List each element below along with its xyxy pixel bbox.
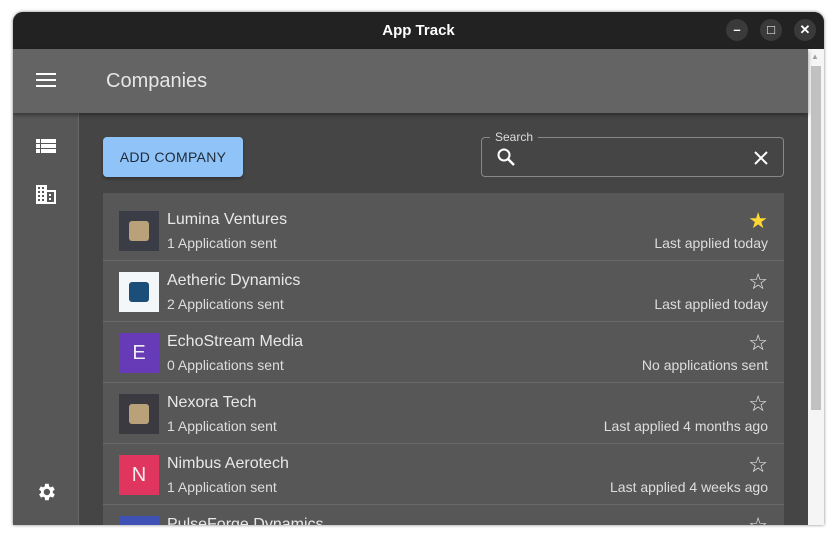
star-outline-icon[interactable]: ☆ [748, 391, 768, 417]
last-applied: No applications sent [641, 357, 768, 373]
company-row[interactable]: E EchoStream Media 0 Applications sent ☆ … [103, 322, 784, 383]
last-applied: Last applied today [654, 296, 768, 312]
page-title: Companies [106, 70, 208, 92]
applications-count: 2 Applications sent [167, 296, 284, 312]
search-icon [497, 148, 515, 166]
close-window-button[interactable]: ✕ [794, 19, 816, 41]
settings-icon[interactable] [35, 481, 57, 503]
app-bar: Companies [13, 49, 808, 113]
sidebar [13, 113, 79, 525]
search-input[interactable] [522, 146, 742, 168]
company-row[interactable]: N Nimbus Aerotech 1 Application sent ☆ La… [103, 444, 784, 505]
applications-count: 1 Application sent [167, 479, 277, 495]
company-avatar: N [119, 455, 159, 495]
star-outline-icon[interactable]: ☆ [748, 513, 768, 525]
company-name: Nexora Tech [167, 394, 257, 411]
company-row[interactable]: PulseForge Dynamics ☆ [103, 505, 784, 525]
company-name: EchoStream Media [167, 333, 304, 350]
title-bar: App Track – □ ✕ [13, 12, 824, 49]
search-label: Search [490, 130, 539, 144]
applications-count: 0 Applications sent [167, 357, 284, 373]
company-avatar: E [119, 333, 159, 373]
company-name: Aetheric Dynamics [167, 272, 301, 289]
search-field[interactable]: Search [481, 130, 784, 177]
main-content: ADD COMPANY Search Lumina Ventures 1 App… [79, 113, 808, 525]
scrollbar[interactable]: ▲ [808, 49, 824, 525]
last-applied: Last applied 4 months ago [603, 418, 768, 434]
company-list[interactable]: Lumina Ventures 1 Application sent ★ Las… [103, 193, 784, 525]
maximize-button[interactable]: □ [760, 19, 782, 41]
applications-count: 1 Application sent [167, 418, 277, 434]
add-company-button[interactable]: ADD COMPANY [103, 137, 243, 177]
list-icon[interactable] [35, 135, 57, 157]
company-row[interactable]: Aetheric Dynamics 2 Applications sent ☆ … [103, 261, 784, 322]
company-name: PulseForge Dynamics [167, 516, 324, 525]
window-title: App Track [382, 22, 455, 39]
star-outline-icon[interactable]: ☆ [748, 452, 768, 478]
clear-search-icon[interactable] [753, 150, 769, 166]
company-name: Lumina Ventures [167, 211, 288, 228]
company-avatar [119, 516, 159, 525]
company-name: Nimbus Aerotech [167, 455, 289, 472]
star-filled-icon[interactable]: ★ [748, 208, 768, 234]
star-outline-icon[interactable]: ☆ [748, 269, 768, 295]
last-applied: Last applied 4 weeks ago [610, 479, 768, 495]
last-applied: Last applied today [654, 235, 768, 251]
company-row[interactable]: Nexora Tech 1 Application sent ☆ Last ap… [103, 383, 784, 444]
company-row[interactable]: Lumina Ventures 1 Application sent ★ Las… [103, 200, 784, 261]
app-window: App Track – □ ✕ Companies ADD COMPANY Se… [13, 12, 824, 525]
star-outline-icon[interactable]: ☆ [748, 330, 768, 356]
scroll-up-arrow[interactable]: ▲ [811, 52, 819, 61]
company-logo [119, 394, 159, 434]
applications-count: 1 Application sent [167, 235, 277, 251]
scrollbar-thumb[interactable] [811, 66, 821, 410]
company-logo [119, 211, 159, 251]
minimize-button[interactable]: – [726, 19, 748, 41]
company-logo [119, 272, 159, 312]
menu-icon[interactable] [36, 73, 56, 91]
business-icon[interactable] [35, 183, 57, 205]
